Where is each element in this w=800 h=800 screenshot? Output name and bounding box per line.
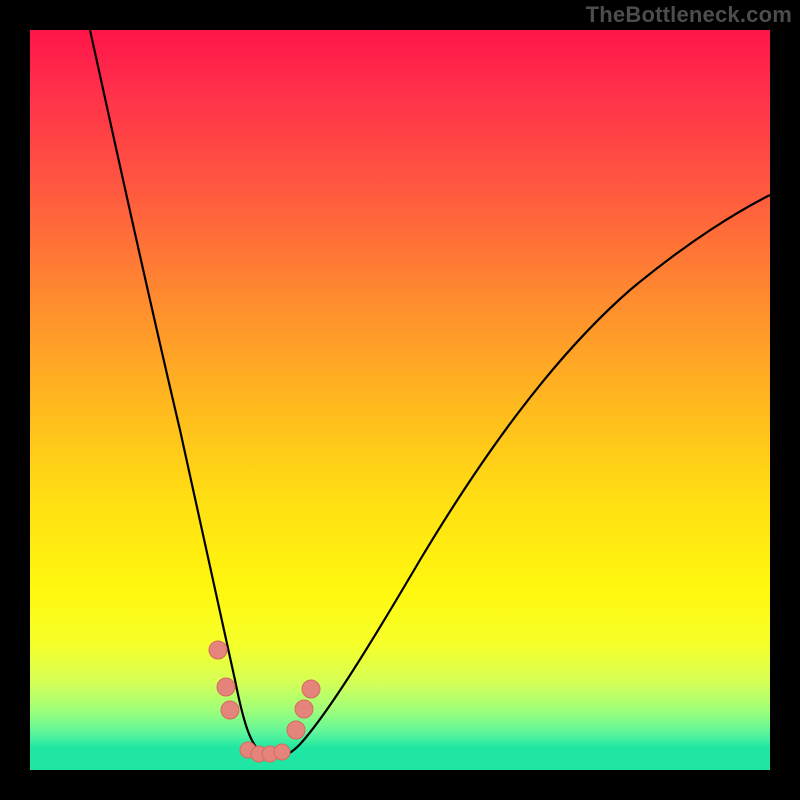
- watermark-text: TheBottleneck.com: [586, 2, 792, 28]
- chart-frame: TheBottleneck.com: [0, 0, 800, 800]
- data-dots: [209, 641, 320, 762]
- curve-svg: [30, 30, 770, 770]
- plot-area: [30, 30, 770, 770]
- curve-path: [90, 30, 770, 757]
